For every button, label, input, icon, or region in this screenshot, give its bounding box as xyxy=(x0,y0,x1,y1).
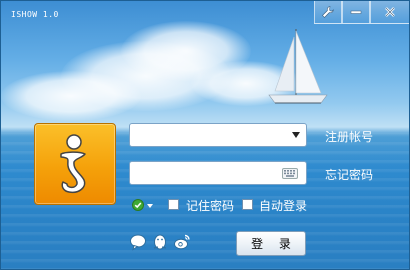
minimize-icon xyxy=(350,10,362,14)
auto-login-label[interactable]: 自动登录 xyxy=(259,197,307,214)
qq-penguin-icon[interactable] xyxy=(151,233,169,251)
keyboard-icon[interactable] xyxy=(282,168,298,179)
chevron-down-icon[interactable] xyxy=(292,132,300,138)
window-title: ISHOW 1.0 xyxy=(11,10,59,19)
sailboat-image xyxy=(268,29,328,104)
app-logo xyxy=(34,123,116,205)
login-window: ISHOW 1.0 注册帐号 忘记密码 记住密码 自动登录 登 录 xyxy=(0,0,410,270)
auto-login-checkbox[interactable] xyxy=(242,199,253,210)
remember-password-label[interactable]: 记住密码 xyxy=(186,197,234,214)
remember-password-checkbox[interactable] xyxy=(168,199,179,210)
weibo-icon[interactable] xyxy=(173,233,191,251)
settings-button[interactable] xyxy=(314,1,342,24)
password-field[interactable] xyxy=(129,161,307,185)
account-input[interactable] xyxy=(130,124,282,146)
close-icon xyxy=(385,7,395,17)
chat-bubble-icon[interactable] xyxy=(129,233,147,251)
account-combobox[interactable] xyxy=(129,123,307,147)
register-account-link[interactable]: 注册帐号 xyxy=(325,128,373,145)
online-status-icon[interactable] xyxy=(132,199,144,211)
ishow-logo-icon xyxy=(60,134,86,194)
login-button[interactable]: 登 录 xyxy=(236,231,306,256)
forgot-password-link[interactable]: 忘记密码 xyxy=(325,166,373,183)
minimize-button[interactable] xyxy=(342,1,370,24)
password-input[interactable] xyxy=(130,162,282,184)
wrench-icon xyxy=(322,6,334,18)
close-button[interactable] xyxy=(370,1,409,24)
cloud xyxy=(1,71,141,121)
status-dropdown-icon[interactable] xyxy=(147,204,153,208)
